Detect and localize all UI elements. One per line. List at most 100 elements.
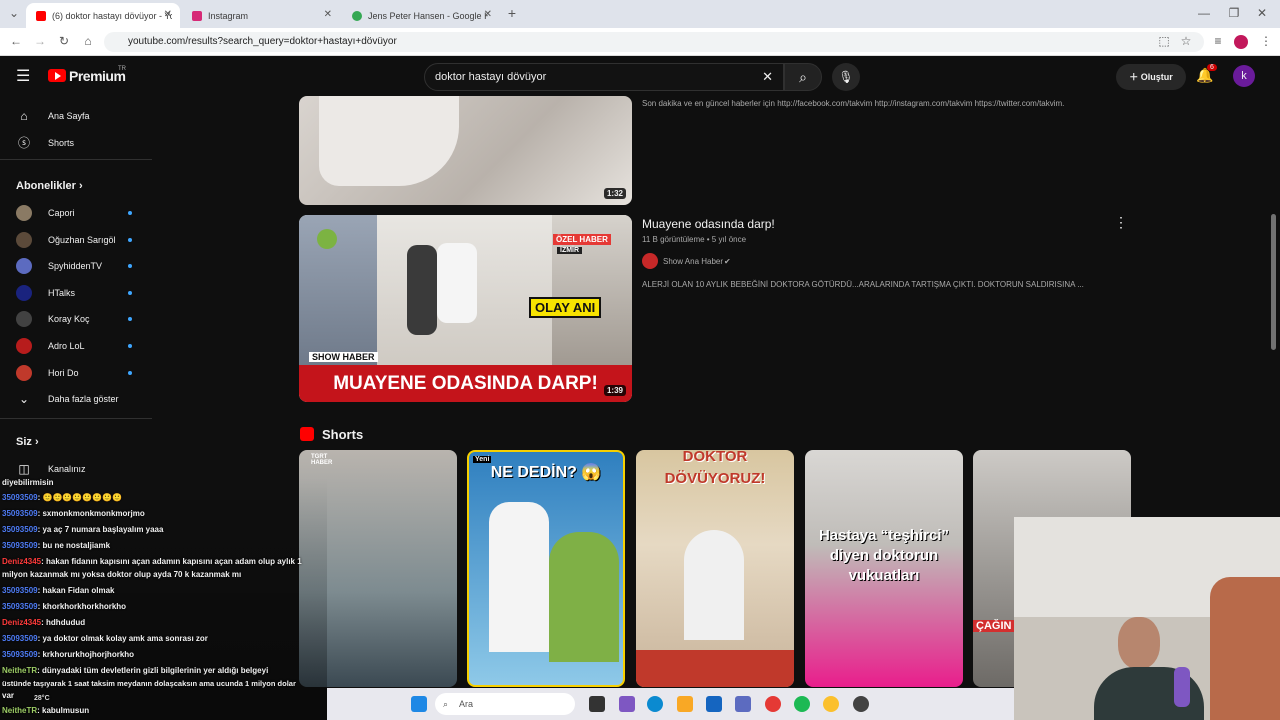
video-thumbnail[interactable]: 1:32 xyxy=(299,96,632,205)
channel-avatar[interactable] xyxy=(642,253,658,269)
tab-youtube[interactable]: (6) doktor hastayı dövüyor - Yo ✕ xyxy=(26,3,180,28)
youtube-header: ☰ Premium TR doktor hastayı dövüyor ✕ ⌕ … xyxy=(0,56,1280,96)
sidebar-channel-adro[interactable]: Adro LoL xyxy=(0,333,152,359)
account-avatar[interactable]: k xyxy=(1233,65,1255,87)
page-scrollbar[interactable] xyxy=(1271,214,1276,350)
new-tab-button[interactable]: + xyxy=(504,5,520,21)
sidebar-item-home[interactable]: ⌂ Ana Sayfa xyxy=(0,103,152,129)
search-placeholder: Ara xyxy=(459,699,474,709)
hamburger-menu-icon[interactable]: ☰ xyxy=(16,66,30,86)
new-content-dot xyxy=(128,211,132,215)
sidebar-channel-oguzhan[interactable]: Oğuzhan Sarıgöl xyxy=(0,227,152,253)
chat-user: 35093509 xyxy=(2,493,38,502)
outlook-icon[interactable] xyxy=(706,696,722,712)
youtube-logo-icon[interactable] xyxy=(48,69,66,82)
taskbar-search-input[interactable]: ⌕ Ara xyxy=(435,693,575,715)
video-meta: 11 B görüntüleme • 5 yıl önce xyxy=(642,235,747,244)
webcam-overlay xyxy=(1014,517,1280,720)
sidebar-show-more[interactable]: ⌄ Daha fazla göster xyxy=(0,386,152,412)
tab-list-icon[interactable]: ⌄ xyxy=(6,6,22,20)
video-thumbnail[interactable]: ÖZEL HABER İZMİR OLAY ANI SHOW HABER MUA… xyxy=(299,215,632,402)
video-title[interactable]: Muayene odasında darp! xyxy=(642,217,775,231)
subscriptions-heading[interactable]: Abonelikler › xyxy=(16,180,83,192)
webcam-person-head xyxy=(1118,617,1160,669)
create-button[interactable]: ＋ Oluştur xyxy=(1116,64,1186,90)
chat-line: 35093509: khorkhorkhorkhorkho xyxy=(2,602,126,611)
short-overlay-text: NE DEDİN? 😱 xyxy=(490,464,602,481)
you-heading[interactable]: Siz › xyxy=(16,436,39,448)
new-content-dot xyxy=(128,291,132,295)
sidebar-item-shorts[interactable]: ⓢ Shorts xyxy=(0,130,152,156)
install-icon[interactable]: ⬚ xyxy=(1156,34,1172,48)
channel-name[interactable]: Show Ana Haber xyxy=(663,257,723,266)
sidebar-item-label: Shorts xyxy=(48,138,75,148)
opera-icon[interactable] xyxy=(765,696,781,712)
address-bar[interactable]: youtube.com/results?search_query=doktor+… xyxy=(104,32,1204,52)
edge-icon[interactable] xyxy=(647,696,663,712)
new-content-dot xyxy=(128,371,132,375)
url-text: youtube.com/results?search_query=doktor+… xyxy=(128,36,397,47)
short-card[interactable]: DOKTOR DÖVÜYORUZ! xyxy=(636,450,794,687)
instagram-icon xyxy=(192,10,202,21)
close-icon[interactable]: ✕ xyxy=(324,9,332,20)
short-overlay-text: ÇAĞIN xyxy=(973,620,1015,632)
sidebar-channel-capori[interactable]: Capori xyxy=(0,200,152,226)
voice-search-button[interactable]: 🎙 xyxy=(832,63,860,91)
video-duration: 1:32 xyxy=(603,188,626,199)
task-view-icon[interactable] xyxy=(589,696,605,712)
more-options-icon[interactable]: ⋮ xyxy=(1114,214,1128,231)
short-card[interactable]: Yeni NE DEDİN? 😱 xyxy=(467,450,625,687)
minimize-icon[interactable]: — xyxy=(1196,6,1212,20)
chat-text: : krkhorurkhojhorjhorkho xyxy=(37,650,135,659)
short-card[interactable]: Hastaya “teşhirci” diyen doktorun vukuat… xyxy=(805,450,963,687)
divider xyxy=(0,159,152,160)
chevron-right-icon: › xyxy=(34,436,39,448)
chrome-icon[interactable] xyxy=(823,696,839,712)
forward-icon[interactable]: → xyxy=(32,34,48,48)
sidebar-item-label: Kanalınız xyxy=(48,464,86,474)
menu-kebab-icon[interactable]: ⋮ xyxy=(1258,34,1274,48)
reload-icon[interactable]: ↻ xyxy=(56,34,72,48)
close-icon[interactable]: ✕ xyxy=(484,9,492,20)
chat-text: : dünyadaki tüm devletlerin gizli bilgil… xyxy=(37,666,269,675)
back-icon[interactable]: ← xyxy=(8,34,24,48)
obs-icon[interactable] xyxy=(853,696,869,712)
profile-icon[interactable] xyxy=(1234,35,1248,49)
search-value: doktor hastayı dövüyor xyxy=(435,71,547,83)
restore-icon[interactable]: ❐ xyxy=(1226,6,1242,20)
tab-title: Jens Peter Hansen - Google Ha xyxy=(368,10,488,21)
bookmark-star-icon[interactable]: ☆ xyxy=(1178,34,1194,48)
sidebar-channel-htalks[interactable]: HTalks xyxy=(0,280,152,306)
spotify-icon[interactable] xyxy=(794,696,810,712)
tab-google-maps[interactable]: Jens Peter Hansen - Google Ha ✕ xyxy=(342,3,500,28)
chat-line: 35093509: sxmonkmonkmonkmorjmo xyxy=(2,509,145,518)
search-button[interactable]: ⌕ xyxy=(784,63,822,91)
home-icon[interactable]: ⌂ xyxy=(80,34,96,48)
chat-user: Deniz4345 xyxy=(2,557,42,566)
channel-avatar xyxy=(16,205,32,221)
file-explorer-icon[interactable] xyxy=(677,696,693,712)
shorts-icon: ⓢ xyxy=(17,136,30,150)
clear-search-icon[interactable]: ✕ xyxy=(762,64,773,90)
close-icon[interactable]: ✕ xyxy=(164,9,172,20)
teams-icon[interactable] xyxy=(735,696,751,712)
tab-instagram[interactable]: Instagram ✕ xyxy=(182,3,340,28)
channel-name: HTalks xyxy=(48,288,76,298)
windows-start-icon[interactable] xyxy=(411,696,427,712)
thumbnail-olay-label: OLAY ANI xyxy=(529,297,602,318)
channel-avatar xyxy=(16,285,32,301)
copilot-icon[interactable] xyxy=(619,696,635,712)
shorts-logo-icon xyxy=(300,427,314,441)
sidebar-channel-spyhiddentv[interactable]: SpyhiddenTV xyxy=(0,253,152,279)
notification-count-badge: 6 xyxy=(1207,64,1217,71)
chat-text: milyon kazanmak mı yoksa doktor olup ayd… xyxy=(2,570,242,579)
sidebar-channel-koray[interactable]: Koray Koç xyxy=(0,306,152,332)
sidebar-channel-horido[interactable]: Hori Do xyxy=(0,360,152,386)
reading-list-icon[interactable]: ≡ xyxy=(1210,34,1226,48)
chat-line: NeitheTR: dünyadaki tüm devletlerin gizl… xyxy=(2,666,268,675)
logo-text: Premium xyxy=(69,68,126,84)
search-input[interactable]: doktor hastayı dövüyor ✕ xyxy=(424,63,784,91)
thumbnail-show-label: SHOW HABER xyxy=(309,352,378,362)
doctor-figure xyxy=(489,502,549,652)
window-close-icon[interactable]: ✕ xyxy=(1254,6,1270,20)
